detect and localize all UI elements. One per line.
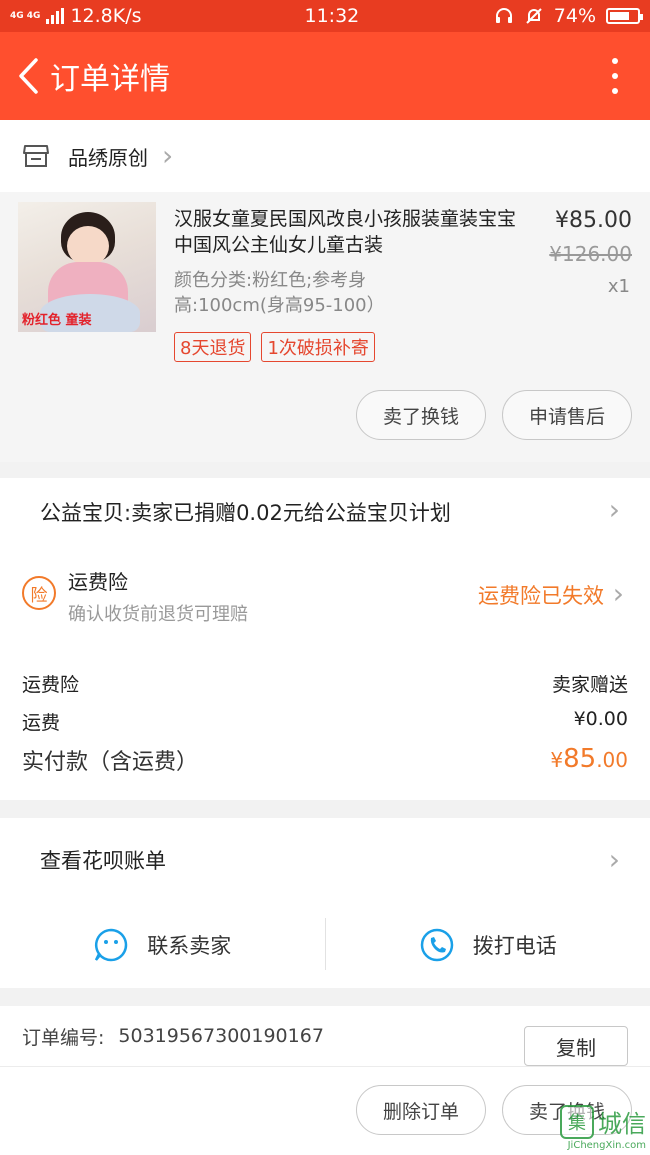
site-watermark: 集 城信 JiChengXin.com xyxy=(560,1104,646,1151)
tag-return: 8天退货 xyxy=(174,332,252,362)
site-logo-icon: 集 xyxy=(560,1104,594,1139)
insurance-status: 运费险已失效 xyxy=(478,584,604,608)
delete-order-button[interactable]: 删除订单 xyxy=(356,1085,486,1135)
order-number-row: 订单编号: 50319567300190167 复制 xyxy=(0,1006,650,1066)
shipping-fee-label: 运费 xyxy=(22,712,61,734)
charity-row[interactable]: 公益宝贝:卖家已捐赠0.02元给公益宝贝计划 › xyxy=(0,478,650,546)
chat-icon xyxy=(95,928,128,962)
chevron-right-icon: › xyxy=(162,139,174,172)
chevron-right-icon: › xyxy=(612,577,624,610)
fee-summary: 运费险 卖家赠送 运费 ¥0.00 实付款（含运费） ¥85.00 xyxy=(0,646,650,800)
insurance-row[interactable]: 险 运费险 确认收货前退货可理赔 运费险已失效 › xyxy=(0,546,650,646)
sell-button[interactable]: 卖了换钱 xyxy=(356,390,486,440)
shipping-fee-row: 运费 ¥0.00 xyxy=(22,708,628,735)
contact-seller-button[interactable]: 联系卖家 xyxy=(0,902,325,988)
mute-bell-icon xyxy=(526,8,542,24)
phone-icon xyxy=(420,928,453,962)
insurance-title: 运费险 xyxy=(68,570,128,594)
network-type: 4G 4G xyxy=(10,10,41,21)
more-menu-icon[interactable] xyxy=(610,58,620,94)
product-quantity: x1 xyxy=(607,276,630,297)
insurance-icon: 险 xyxy=(22,576,56,610)
original-price: ¥126.00 xyxy=(549,242,632,266)
back-icon[interactable] xyxy=(8,46,48,106)
total-row: 实付款（含运费） ¥85.00 xyxy=(22,744,628,776)
insurance-fee-label: 运费险 xyxy=(22,674,80,696)
contact-bar: 联系卖家 拨打电话 xyxy=(0,902,650,988)
order-number: 50319567300190167 xyxy=(118,1025,324,1047)
chevron-right-icon: › xyxy=(608,843,620,876)
signal-area: 4G 4G 12.8K/s xyxy=(10,5,250,27)
service-tags: 8天退货 1次破损补寄 xyxy=(174,332,375,362)
shop-name: 品绣原创 xyxy=(68,145,148,170)
product-title[interactable]: 汉服女童夏民国风改良小孩服装童装宝宝中国风公主仙女儿童古装 xyxy=(174,206,529,258)
order-number-label: 订单编号: xyxy=(22,1026,105,1049)
after-sale-button[interactable]: 申请售后 xyxy=(502,390,632,440)
charity-text: 公益宝贝:卖家已捐赠0.02元给公益宝贝计划 xyxy=(40,501,451,525)
network-speed: 12.8K/s xyxy=(70,5,142,27)
shipping-fee-value: ¥0.00 xyxy=(573,708,628,730)
battery-percent: 74% xyxy=(553,5,596,27)
headphones-icon xyxy=(495,8,512,23)
huabei-row[interactable]: 查看花呗账单 › xyxy=(0,818,650,902)
status-bar: 4G 4G 12.8K/s 11:32 74% xyxy=(0,0,650,32)
copy-button[interactable]: 复制 xyxy=(524,1026,628,1066)
contact-seller-label: 联系卖家 xyxy=(147,934,232,958)
product-price: ¥85.00 xyxy=(555,208,632,233)
total-label: 实付款（含运费） xyxy=(22,750,199,775)
huabei-text: 查看花呗账单 xyxy=(40,849,166,873)
site-name: 城信 xyxy=(598,1110,646,1138)
total-value: ¥85.00 xyxy=(550,744,628,774)
insurance-fee-value: 卖家赠送 xyxy=(551,674,628,696)
page-title: 订单详情 xyxy=(50,62,170,97)
tag-damage: 1次破损补寄 xyxy=(261,332,375,362)
signal-icon xyxy=(46,8,65,24)
image-watermark: 粉红色 童装 xyxy=(22,313,92,328)
insurance-subtitle: 确认收货前退货可理赔 xyxy=(68,604,248,625)
header: 订单详情 xyxy=(0,32,650,120)
insurance-fee-row: 运费险 卖家赠送 xyxy=(22,670,628,697)
clock: 11:32 xyxy=(304,5,360,27)
product-image[interactable]: 粉红色 童装 xyxy=(18,202,156,332)
chevron-right-icon: › xyxy=(608,493,620,526)
call-phone-label: 拨打电话 xyxy=(472,934,557,958)
product-sku: 颜色分类:粉红色;参考身高:100cm(身高95-100） xyxy=(174,270,385,316)
call-phone-button[interactable]: 拨打电话 xyxy=(326,902,650,988)
status-icons: 74% xyxy=(494,5,643,27)
store-icon xyxy=(23,145,49,167)
shop-row[interactable]: 品绣原创 › xyxy=(0,120,650,192)
battery-icon xyxy=(606,8,643,24)
site-url: JiChengXin.com xyxy=(567,1140,646,1151)
bottom-action-bar: 删除订单 卖了换钱 xyxy=(0,1066,650,1155)
order-item[interactable]: 粉红色 童装 汉服女童夏民国风改良小孩服装童装宝宝中国风公主仙女儿童古装 颜色分… xyxy=(0,192,650,462)
